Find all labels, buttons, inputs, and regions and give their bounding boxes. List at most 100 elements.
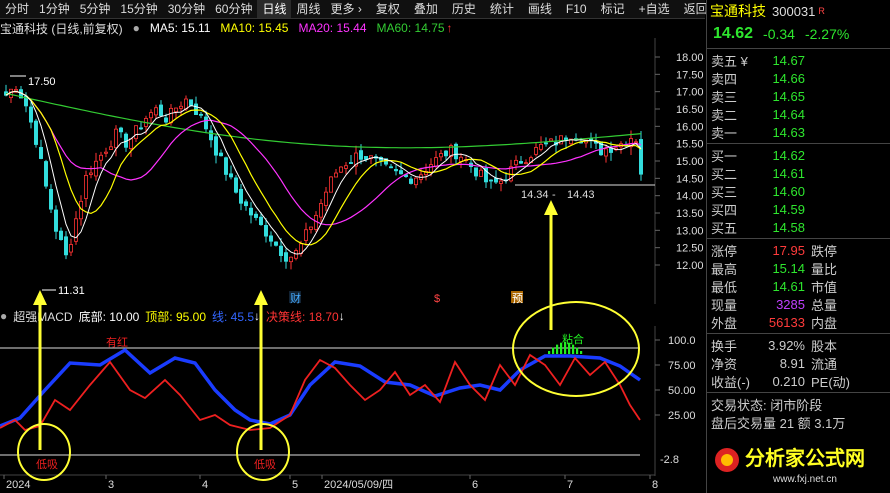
range-right-label: 14.43 — [567, 189, 595, 201]
candle — [258, 216, 263, 226]
candle — [109, 146, 114, 150]
row-label: 涨停 — [711, 243, 738, 259]
add-watchlist-button[interactable]: +自选 — [634, 0, 675, 18]
mark-button[interactable]: 标记 — [596, 0, 630, 18]
price-tick: 14.00 — [676, 191, 704, 203]
row-label: 现量 — [711, 297, 738, 313]
tab-more[interactable]: 更多 › — [326, 0, 367, 18]
signal-bar — [556, 344, 559, 354]
candle — [498, 180, 503, 184]
tab-15min[interactable]: 15分钟 — [115, 0, 162, 18]
settings-icon[interactable]: ● — [0, 309, 7, 323]
stats-list: 涨停 17.95 跌停 最高 15.14 量比 最低 14.61 市值 现量 3285 总量 外盘 561… — [707, 241, 890, 331]
row-label-2: 量比 — [811, 261, 838, 277]
quote-row: 现量 3285 总量 — [707, 295, 890, 313]
macd-indicator-chart[interactable]: 100.0 75.00 50.00 25.00 有红 低吸 低吸 粘合 -2.8 20… — [0, 326, 705, 493]
candle — [163, 117, 168, 123]
date-tick: 4 — [202, 479, 208, 491]
tab-60min[interactable]: 60分钟 — [210, 0, 257, 18]
candle — [398, 170, 403, 175]
quote-row: 卖五 ¥ 14.67 — [707, 51, 890, 69]
quote-row: 卖二 14.64 — [707, 105, 890, 123]
row-label: 卖二 — [711, 107, 738, 123]
high-label: 17.50 — [28, 76, 56, 88]
quote-row: 卖一 14.63 — [707, 123, 890, 141]
dixi-label-1: 低吸 — [36, 458, 58, 471]
date-tick: 8 — [652, 479, 658, 491]
bottom-value: 底部: 10.00 — [78, 309, 140, 324]
date-tick: 3 — [108, 479, 114, 491]
ma20-value: MA20: 15.44 — [298, 21, 367, 35]
candle — [549, 138, 554, 142]
row-label: 买二 — [711, 166, 738, 182]
price-tick: 13.00 — [676, 225, 704, 237]
row-label: 最低 — [711, 279, 738, 295]
quote-row: 卖三 14.65 — [707, 87, 890, 105]
price-tick: 14.50 — [676, 173, 704, 185]
quote-row: 最高 15.14 量比 — [707, 259, 890, 277]
candle — [609, 147, 614, 153]
price-tick: 16.50 — [676, 104, 704, 116]
row-value: 14.62 — [772, 147, 805, 163]
tab-intraday[interactable]: 分时 — [0, 0, 34, 18]
row-value: 14.65 — [772, 88, 805, 104]
tab-daily[interactable]: 日线 — [257, 0, 292, 18]
price-tick: 12.50 — [676, 243, 704, 255]
candle — [268, 235, 273, 242]
stats2-list: 换手 3.92% 股本 净资 8.91 流通 收益(-) 0.210 PE(动) — [707, 336, 890, 390]
candle — [524, 162, 529, 165]
stock-name: 宝通科技 — [710, 3, 766, 19]
candle — [393, 168, 398, 172]
candle — [203, 116, 208, 130]
price-change: -0.34 — [763, 26, 795, 42]
decision-value: 决策线: 18.70 — [266, 309, 339, 324]
candle — [348, 162, 353, 164]
quote-row: 买二 14.61 — [707, 164, 890, 182]
tab-weekly[interactable]: 周线 — [291, 0, 325, 18]
candle — [243, 201, 248, 207]
last-price: 14.62 — [713, 25, 754, 42]
row-label: 最高 — [711, 261, 738, 277]
quote-row: 最低 14.61 市值 — [707, 277, 890, 295]
row-label-2: 市值 — [811, 279, 838, 295]
tab-30min[interactable]: 30分钟 — [163, 0, 210, 18]
down-arrow-icon: ↓ — [254, 309, 261, 323]
adjust-button[interactable]: 复权 — [371, 0, 405, 18]
kline-chart[interactable]: 18.00 17.50 17.00 16.50 16.00 15.50 15.00 14.50… — [0, 38, 705, 304]
price-tick: 17.00 — [676, 87, 704, 99]
candle — [208, 130, 213, 141]
candle — [539, 144, 544, 150]
tab-1min[interactable]: 1分钟 — [34, 0, 75, 18]
history-button[interactable]: 历史 — [447, 0, 481, 18]
candle — [278, 245, 283, 256]
row-label-2: 内盘 — [811, 315, 838, 331]
candle — [173, 107, 178, 113]
tab-5min[interactable]: 5分钟 — [75, 0, 116, 18]
quote-row: 收益(-) 0.210 PE(动) — [707, 372, 890, 390]
candle — [343, 165, 348, 169]
candle — [443, 150, 448, 157]
row-label: 卖一 — [711, 125, 738, 141]
candle — [84, 175, 89, 199]
price-tick: 16.00 — [676, 121, 704, 133]
draw-button[interactable]: 画线 — [523, 0, 557, 18]
candle — [604, 148, 609, 157]
quote-panel: 宝通科技 300031 R 14.62 -0.34 -2.27% 卖五 ¥ 14.… — [706, 0, 890, 493]
row-label-2: 流通 — [811, 356, 838, 372]
stats-button[interactable]: 统计 — [485, 0, 519, 18]
f10-button[interactable]: F10 — [561, 0, 592, 18]
candle — [218, 152, 223, 157]
settings-dot-icon[interactable]: ● — [133, 21, 140, 35]
candle — [273, 241, 278, 246]
candle — [39, 147, 44, 159]
candle — [168, 107, 173, 124]
candle — [248, 207, 253, 216]
date-tick: 2024/05/09/四 — [324, 479, 393, 491]
candle — [408, 178, 413, 184]
overlay-button[interactable]: 叠加 — [409, 0, 443, 18]
forecast-marker: 预 — [512, 292, 523, 304]
candle — [263, 225, 268, 237]
row-label: 卖四 — [711, 71, 738, 87]
row-value: 14.63 — [772, 124, 805, 140]
candle — [519, 161, 524, 164]
